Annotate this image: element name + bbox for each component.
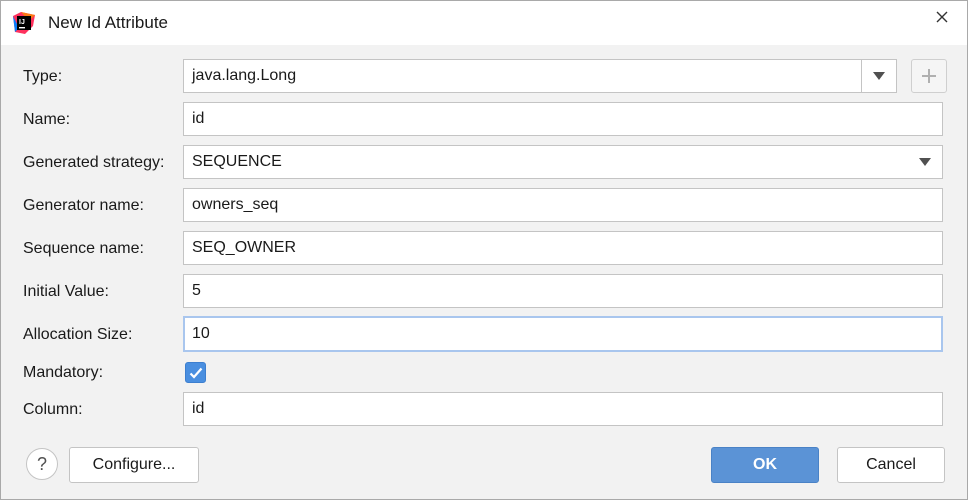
help-button[interactable]: ? <box>26 448 58 480</box>
checkmark-icon <box>189 367 202 379</box>
column-value: id <box>192 400 205 417</box>
generator-name-label: Generator name: <box>23 197 144 214</box>
allocation-size-input[interactable]: 10 <box>183 316 943 352</box>
sequence-name-input[interactable]: SEQ_OWNER <box>183 231 943 265</box>
column-input[interactable]: id <box>183 392 943 426</box>
intellij-idea-icon: IJ <box>13 12 35 34</box>
generated-strategy-label: Generated strategy: <box>23 154 165 171</box>
generator-name-value: owners_seq <box>192 196 279 213</box>
help-icon: ? <box>36 453 47 474</box>
configure-button[interactable]: Configure... <box>69 447 199 483</box>
mandatory-label: Mandatory: <box>23 364 104 381</box>
sequence-name-label: Sequence name: <box>23 240 144 257</box>
cancel-button[interactable]: Cancel <box>837 447 945 483</box>
svg-text:IJ: IJ <box>19 19 25 26</box>
type-combobox[interactable]: java.lang.Long <box>183 59 897 93</box>
name-label: Name: <box>23 111 71 128</box>
plus-icon <box>922 69 936 83</box>
initial-value-label: Initial Value: <box>23 283 109 300</box>
ok-button-label: OK <box>753 456 777 473</box>
type-dropdown-button[interactable] <box>861 60 896 92</box>
chevron-down-icon <box>873 72 885 80</box>
dialog-title: New Id Attribute <box>48 13 169 32</box>
allocation-size-value: 10 <box>192 325 210 342</box>
type-label: Type: <box>23 68 63 85</box>
close-button[interactable] <box>927 5 957 29</box>
name-input[interactable]: id <box>183 102 943 136</box>
close-icon <box>936 11 948 23</box>
generated-strategy-select[interactable]: SEQUENCE <box>183 145 943 179</box>
add-type-button[interactable] <box>911 59 947 93</box>
initial-value-value: 5 <box>192 282 201 299</box>
allocation-size-label: Allocation Size: <box>23 326 133 343</box>
column-label: Column: <box>23 401 83 418</box>
generated-strategy-dropdown-button[interactable] <box>908 146 942 178</box>
configure-button-label: Configure... <box>92 456 176 473</box>
name-value: id <box>192 110 205 127</box>
generator-name-input[interactable]: owners_seq <box>183 188 943 222</box>
cancel-button-label: Cancel <box>866 456 916 473</box>
chevron-down-icon <box>919 158 931 166</box>
type-value: java.lang.Long <box>192 67 297 84</box>
ok-button[interactable]: OK <box>711 447 819 483</box>
sequence-name-value: SEQ_OWNER <box>192 239 297 256</box>
initial-value-input[interactable]: 5 <box>183 274 943 308</box>
generated-strategy-value: SEQUENCE <box>192 153 282 170</box>
title-bar: IJ New Id Attribute <box>1 1 967 45</box>
mandatory-checkbox[interactable] <box>185 362 206 383</box>
new-id-attribute-dialog: IJ New Id Attribute Type: java.lang.Long… <box>0 0 968 500</box>
